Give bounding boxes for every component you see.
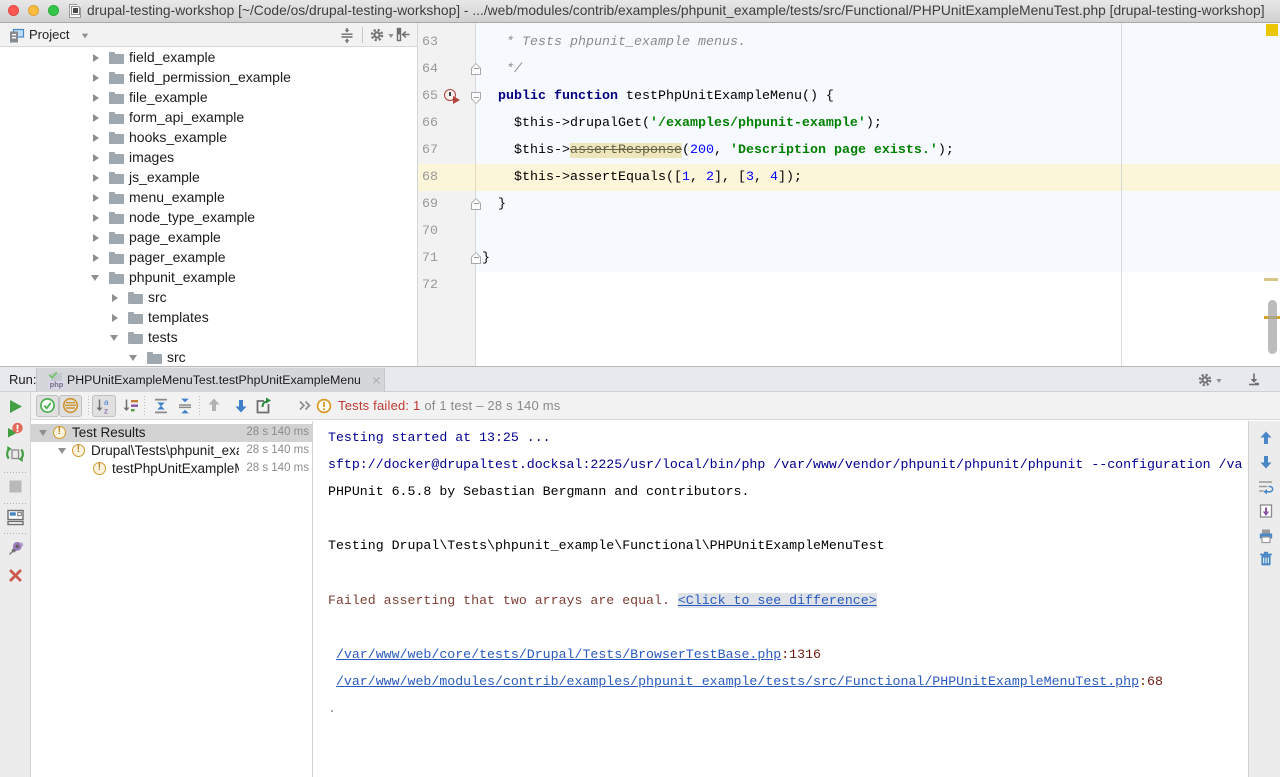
svg-text:z: z (104, 407, 108, 416)
